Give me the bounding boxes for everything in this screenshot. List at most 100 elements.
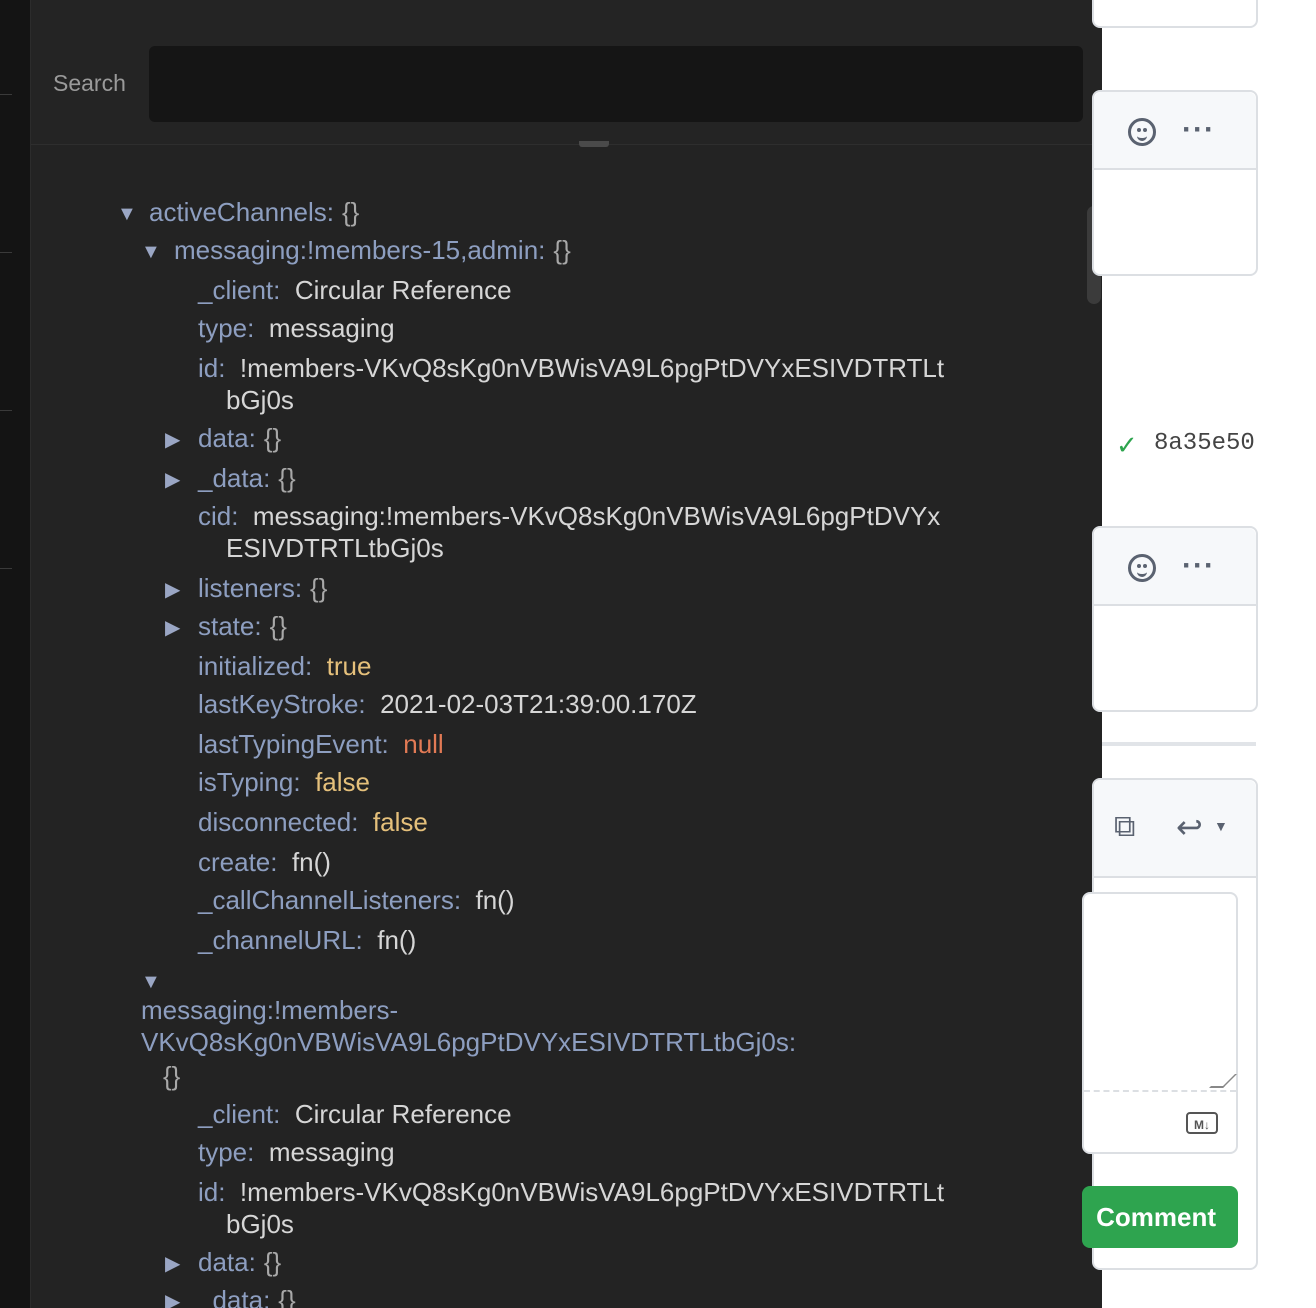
prop-value: Circular Reference [294, 275, 512, 305]
chevron-down-icon[interactable]: ▼ [1214, 818, 1228, 834]
prop-key: lastTypingEvent: [198, 729, 389, 759]
node-key: VKvQ8sKg0nVBWisVA9L6pgPtDVYxESIVDTRTLtbG… [141, 1027, 797, 1057]
tree-node-_data[interactable]: _data:{} [198, 1284, 296, 1308]
prop-value: !members-VKvQ8sKg0nVBWisVA9L6pgPtDVYxESI… [239, 353, 945, 383]
prop-disconnected: disconnected: false [198, 806, 428, 838]
resize-handle[interactable] [579, 141, 609, 147]
prop-lastKeyStroke: lastKeyStroke: 2021-02-03T21:39:00.170Z [198, 688, 697, 720]
prop-value: false [315, 767, 370, 797]
collapsed-triangle-icon[interactable]: ▶ [165, 424, 180, 456]
node-brace: {} [163, 1061, 181, 1091]
prop-key: initialized: [198, 651, 313, 681]
comment-card: ··· [1092, 526, 1258, 712]
prop-value: ESIVDTRTLtbGj0s [226, 533, 444, 563]
node-key: listeners: [198, 573, 303, 603]
prop-key: _channelURL: [198, 925, 363, 955]
prop-value: messaging [268, 313, 395, 343]
tree-node-listeners[interactable]: listeners:{} [198, 572, 327, 604]
prop-callChannelListeners: _callChannelListeners: fn() [198, 884, 515, 916]
more-options-icon[interactable]: ··· [1182, 551, 1215, 581]
commit-hash[interactable]: 8a35e50 [1154, 430, 1255, 457]
collapsed-triangle-icon[interactable]: ▶ [165, 574, 180, 606]
tree-node-channel[interactable]: messaging:!members- [141, 994, 398, 1026]
tree-node-channel[interactable]: messaging:!members-15,admin:{} [174, 234, 571, 266]
emoji-reaction-icon[interactable] [1128, 118, 1156, 146]
prop-client: _client: Circular Reference [198, 274, 512, 306]
screen-share-icon[interactable]: ⧉ [1114, 810, 1135, 844]
strip-mark [0, 568, 12, 569]
search-label: Search [53, 70, 126, 96]
tree-node-data[interactable]: data:{} [198, 422, 281, 454]
search-input[interactable] [149, 46, 1083, 122]
tree-node-activeChannels[interactable]: activeChannels: {} [149, 196, 359, 228]
collapsed-triangle-icon[interactable]: ▶ [165, 464, 180, 496]
prop-id: id: !members-VKvQ8sKg0nVBWisVA9L6pgPtDVY… [198, 1176, 944, 1208]
comment-card-header [1094, 528, 1256, 606]
prop-key: id: [198, 1177, 226, 1207]
node-brace: {} [278, 463, 296, 493]
prop-key: isTyping: [198, 767, 301, 797]
node-key: activeChannels: [149, 197, 334, 227]
tree-node-_data[interactable]: _data:{} [198, 462, 296, 494]
prop-key: type: [198, 313, 255, 343]
prop-key: id: [198, 353, 226, 383]
left-sidebar-strip [0, 0, 30, 1308]
prop-id-continued: bGj0s [226, 1208, 294, 1240]
collapsed-triangle-icon[interactable]: ▶ [165, 1248, 180, 1280]
node-key: data: [198, 423, 256, 453]
collapsed-triangle-icon[interactable]: ▶ [165, 1286, 180, 1308]
strip-mark [0, 94, 12, 95]
tree-node-data[interactable]: data:{} [198, 1246, 281, 1278]
strip-mark [0, 252, 12, 253]
prop-type: type: messaging [198, 312, 395, 344]
github-page-background: ··· ✓ 8a35e50 ··· ⧉ ↩ ▼ M↓ Comment [1082, 0, 1316, 1308]
prop-value: true [326, 651, 372, 681]
node-brace: {} [263, 1247, 282, 1277]
expanded-triangle-icon[interactable]: ▼ [141, 236, 161, 268]
comment-textarea[interactable]: M↓ [1082, 892, 1238, 1154]
tree-node-channel-continued[interactable]: VKvQ8sKg0nVBWisVA9L6pgPtDVYxESIVDTRTLtbG… [141, 1026, 796, 1058]
search-bar: Search [31, 0, 1103, 145]
collapsed-triangle-icon[interactable]: ▶ [165, 612, 180, 644]
prop-initialized: initialized: true [198, 650, 371, 682]
prop-key: disconnected: [198, 807, 359, 837]
prop-id: id: !members-VKvQ8sKg0nVBWisVA9L6pgPtDVY… [198, 352, 944, 384]
node-brace: {} [269, 611, 287, 641]
strip-mark [0, 410, 12, 411]
prop-value: fn() [475, 885, 515, 915]
emoji-reaction-icon[interactable] [1128, 554, 1156, 582]
check-icon: ✓ [1116, 430, 1138, 460]
node-brace: {} [263, 423, 282, 453]
prop-value: Circular Reference [294, 1099, 512, 1129]
timeline-divider [1102, 742, 1256, 746]
comment-card: ··· [1092, 90, 1258, 276]
expanded-triangle-icon[interactable]: ▼ [117, 198, 137, 230]
comment-button[interactable]: Comment [1082, 1186, 1238, 1248]
tree-node-state[interactable]: state:{} [198, 610, 287, 642]
node-brace: {} [553, 235, 571, 265]
prop-isTyping: isTyping: false [198, 766, 370, 798]
prop-type: type: messaging [198, 1136, 395, 1168]
prop-key: cid: [198, 501, 239, 531]
prop-value: fn() [377, 925, 417, 955]
prop-value: fn() [291, 847, 331, 877]
prop-key: create: [198, 847, 278, 877]
top-card [1092, 0, 1258, 28]
prop-value: null [403, 729, 444, 759]
prop-value: bGj0s [226, 1209, 294, 1239]
prop-key: _callChannelListeners: [198, 885, 462, 915]
prop-lastTypingEvent: lastTypingEvent: null [198, 728, 444, 760]
prop-key: type: [198, 1137, 255, 1167]
prop-key: _client: [198, 275, 281, 305]
prop-value: messaging [268, 1137, 395, 1167]
prop-value: bGj0s [226, 385, 294, 415]
node-key: state: [198, 611, 262, 641]
prop-key: _client: [198, 1099, 281, 1129]
prop-key: lastKeyStroke: [198, 689, 366, 719]
node-brace: {} [278, 1285, 296, 1308]
resize-grip-icon[interactable] [1209, 1074, 1237, 1088]
markdown-icon: M↓ [1186, 1112, 1218, 1134]
prop-value: 2021-02-03T21:39:00.170Z [380, 689, 697, 719]
more-options-icon[interactable]: ··· [1182, 115, 1215, 145]
reply-icon[interactable]: ↩ [1176, 808, 1203, 846]
